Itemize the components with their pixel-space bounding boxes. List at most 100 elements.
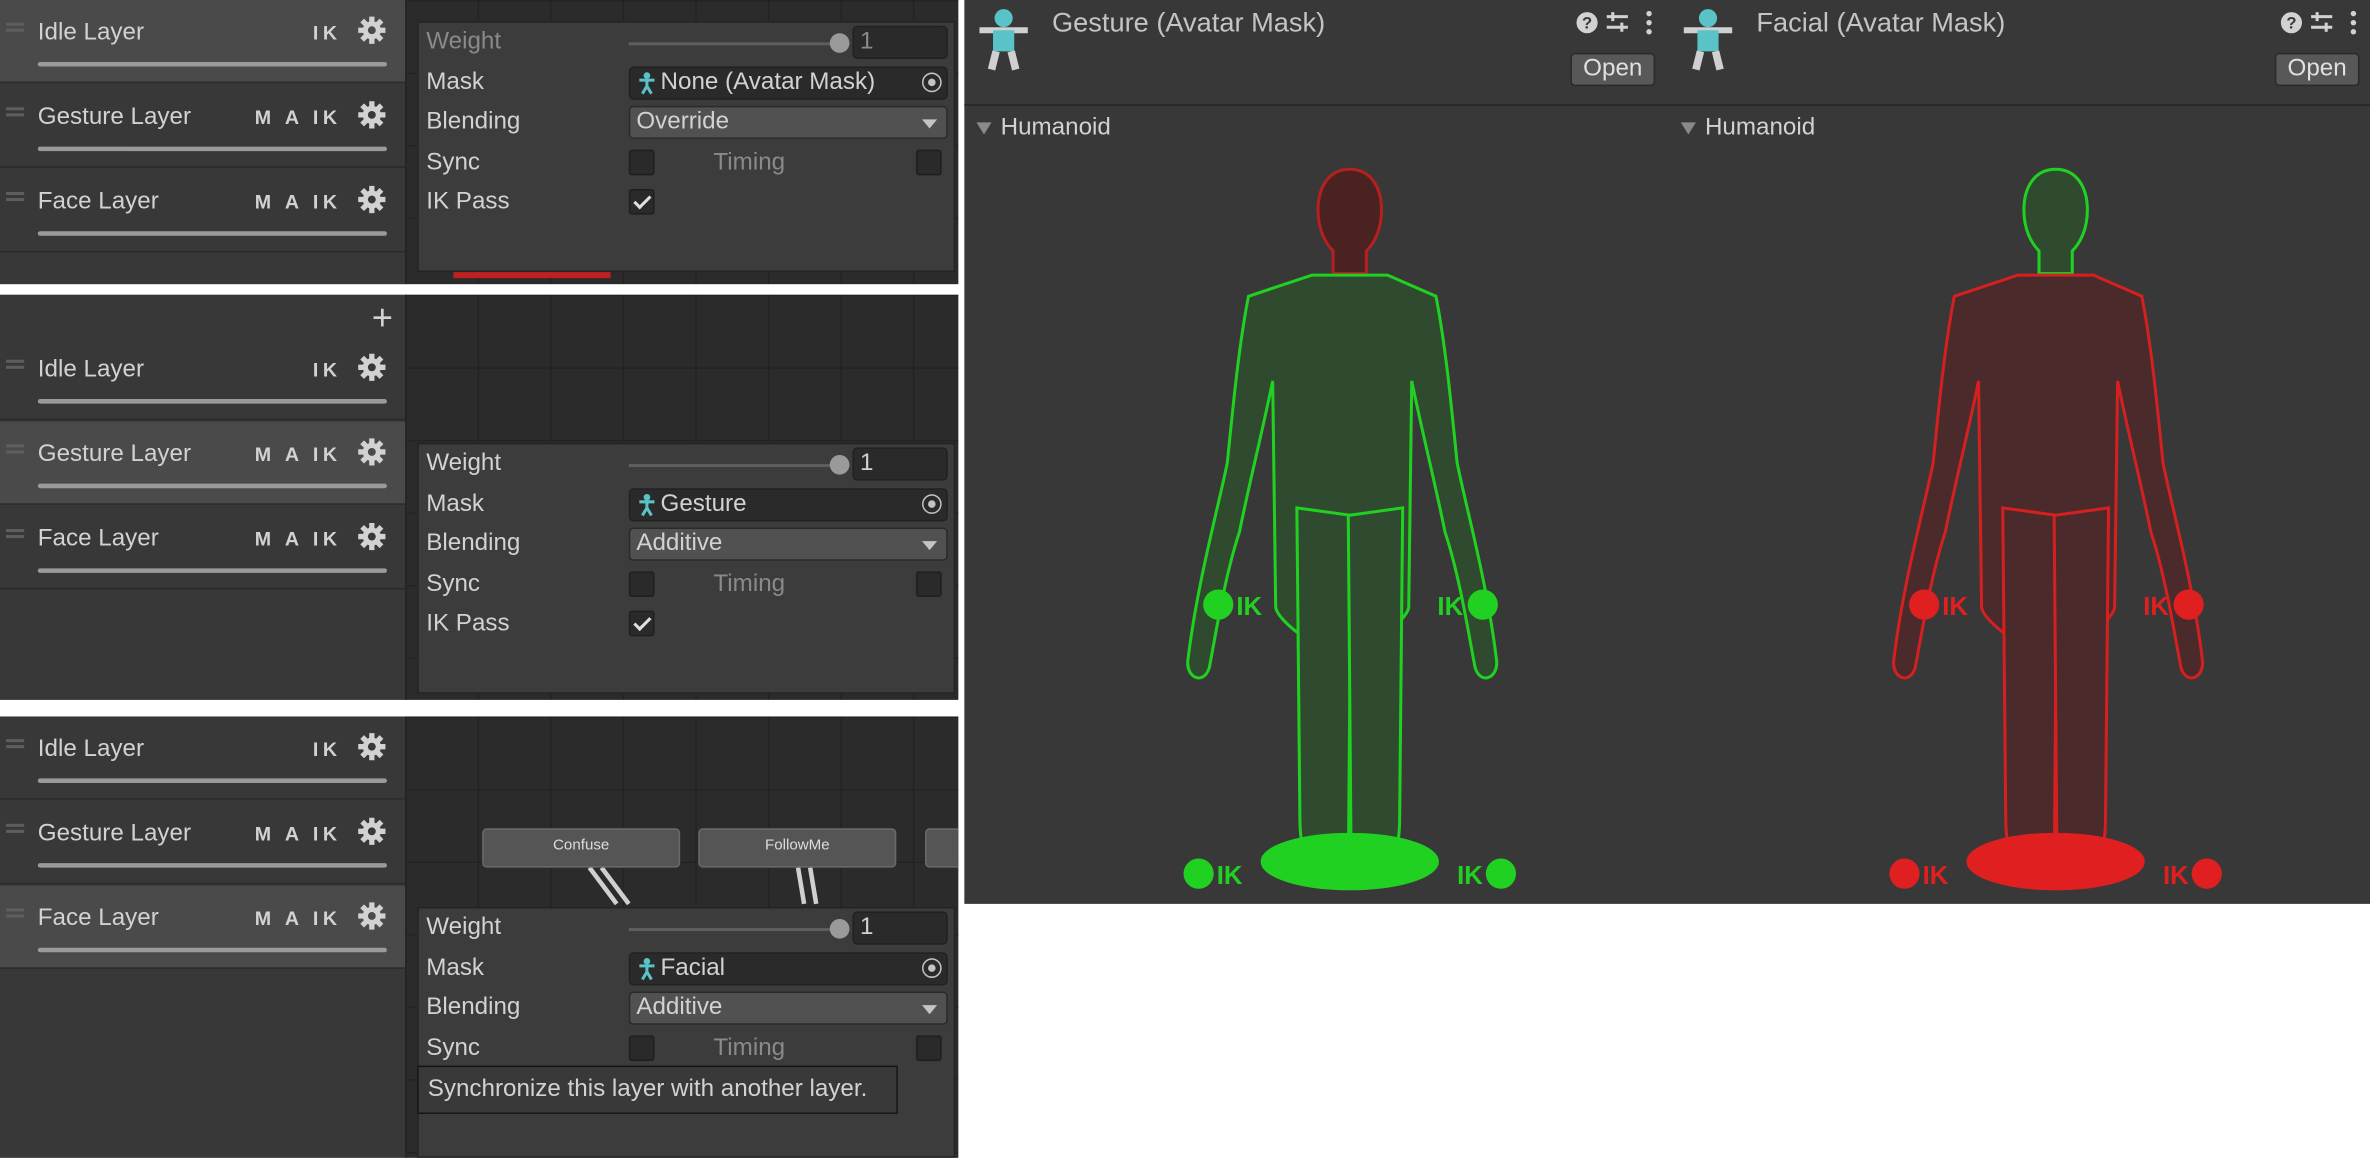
gear-icon[interactable] [357, 184, 387, 214]
svg-text:IK: IK [2163, 862, 2189, 890]
gear-icon[interactable] [357, 521, 387, 551]
head-region[interactable] [1316, 167, 1384, 276]
tooltip: Synchronize this layer with another laye… [417, 1065, 898, 1114]
mask-field[interactable]: None (Avatar Mask) [628, 66, 948, 100]
layer-idle[interactable]: Idle Layer IK [0, 716, 406, 800]
timing-checkbox[interactable] [915, 149, 942, 176]
sync-checkbox[interactable] [628, 149, 655, 176]
ik-hand-left[interactable]: IK [1909, 589, 1968, 621]
layer-face[interactable]: Face Layer M A IK [0, 885, 406, 969]
mask-field[interactable]: Gesture [628, 488, 948, 522]
ik-foot-left[interactable]: IK [1183, 858, 1243, 891]
layer-idle[interactable]: Idle Layer IK [0, 337, 406, 421]
drag-handle-icon[interactable] [6, 22, 25, 32]
sync-checkbox[interactable] [628, 1035, 655, 1062]
mask-field[interactable]: Facial [628, 952, 948, 986]
layer-idle[interactable]: Idle Layer IK [0, 0, 406, 84]
state-node[interactable]: Confuse [482, 828, 681, 868]
ik-pass-row: IK Pass [419, 183, 954, 222]
open-button[interactable]: Open [2274, 52, 2360, 87]
mask-row: Mask Gesture [419, 485, 954, 524]
object-picker-icon[interactable] [922, 494, 942, 514]
composite-screenshot: Idle Layer IK Gesture Layer M A IK Face … [0, 0, 2370, 1158]
gear-icon[interactable] [357, 437, 387, 467]
drag-handle-icon[interactable] [6, 444, 25, 454]
animator-panel-2: + Idle Layer IK Gesture Layer M A IK Fac… [0, 294, 959, 700]
blending-label: Blending [426, 530, 521, 557]
drag-handle-icon[interactable] [6, 359, 25, 369]
blending-dropdown[interactable]: Additive [628, 527, 948, 561]
header-buttons: ? [2280, 10, 2357, 35]
layer-face[interactable]: Face Layer M A IK [0, 506, 406, 590]
timing-checkbox[interactable] [915, 1035, 942, 1062]
ik-foot-left[interactable]: IK [1889, 858, 1949, 891]
slider-knob[interactable] [829, 454, 850, 475]
help-icon[interactable]: ? [2280, 12, 2303, 34]
open-button[interactable]: Open [1570, 52, 1656, 87]
ik-pass-checkbox[interactable] [628, 188, 655, 215]
body-region[interactable] [1186, 273, 1499, 891]
layer-flags: IK [312, 21, 342, 44]
head-region[interactable] [2022, 167, 2089, 276]
weight-label: Weight [426, 914, 502, 941]
layer-gesture[interactable]: Gesture Layer M A IK [0, 421, 406, 505]
ik-foot-right[interactable]: IK [1457, 858, 1517, 891]
timing-checkbox[interactable] [915, 571, 942, 598]
gear-icon[interactable] [357, 901, 387, 931]
blending-dropdown[interactable]: Additive [628, 991, 948, 1025]
animator-panel-3: Idle Layer IK Gesture Layer M A IK Face … [0, 716, 959, 1158]
object-picker-icon[interactable] [922, 72, 942, 93]
state-node[interactable]: FollowMe [698, 828, 897, 868]
humanoid-foldout[interactable]: Humanoid [1680, 115, 1815, 142]
layers-list: + Idle Layer IK Gesture Layer M A IK Fac… [0, 294, 407, 700]
gear-icon[interactable] [357, 732, 387, 762]
object-picker-icon[interactable] [922, 958, 942, 978]
sync-checkbox[interactable] [628, 571, 655, 598]
layer-gesture[interactable]: Gesture Layer M A IK [0, 85, 406, 168]
more-icon[interactable] [2350, 10, 2357, 35]
ik-pass-label: IK Pass [426, 188, 510, 215]
gear-icon[interactable] [357, 352, 387, 382]
layer-face[interactable]: Face Layer M A IK [0, 169, 406, 253]
drag-handle-icon[interactable] [6, 191, 25, 202]
layer-name: Idle Layer [37, 356, 144, 383]
weight-slider[interactable] [628, 33, 850, 53]
layer-gesture[interactable]: Gesture Layer M A IK [0, 801, 406, 885]
sync-label: Sync [426, 571, 481, 598]
drag-handle-icon[interactable] [6, 908, 25, 918]
drag-handle-icon[interactable] [6, 739, 25, 749]
presets-icon[interactable] [1606, 12, 1628, 32]
add-layer-button[interactable]: + [372, 298, 393, 340]
help-icon[interactable]: ? [1576, 12, 1598, 34]
gear-icon[interactable] [357, 100, 387, 130]
drag-handle-icon[interactable] [6, 529, 25, 539]
slider-knob[interactable] [829, 918, 850, 939]
section-label: Humanoid [1000, 114, 1111, 141]
gear-icon[interactable] [357, 15, 387, 45]
drag-handle-icon[interactable] [6, 823, 25, 833]
blending-dropdown[interactable]: Override [628, 105, 948, 140]
state-node[interactable] [925, 828, 959, 868]
body-region[interactable] [1892, 273, 2204, 891]
weight-slider[interactable] [628, 454, 850, 475]
layer-settings-popup: Weight 1 Mask None (Avatar Mask) Blendin… [417, 21, 956, 273]
blending-row: Blending Additive [419, 524, 954, 563]
slider-knob[interactable] [829, 33, 850, 53]
layer-flags: IK [312, 358, 342, 381]
presets-icon[interactable] [2311, 12, 2333, 32]
ik-foot-right[interactable]: IK [2163, 858, 2222, 891]
ik-pass-checkbox[interactable] [628, 610, 655, 637]
ik-hand-left[interactable]: IK [1203, 589, 1263, 621]
gear-icon[interactable] [357, 816, 387, 846]
svg-text:IK: IK [1236, 593, 1262, 621]
drag-handle-icon[interactable] [6, 107, 25, 117]
weight-slider[interactable] [628, 918, 850, 939]
blending-value: Additive [636, 530, 723, 557]
weight-input[interactable]: 1 [852, 447, 948, 481]
humanoid-foldout[interactable]: Humanoid [976, 114, 1111, 142]
more-icon[interactable] [1646, 10, 1652, 35]
weight-input[interactable]: 1 [852, 911, 948, 945]
sync-row: Sync Timing [419, 144, 954, 183]
weight-bar [37, 863, 387, 868]
weight-input[interactable]: 1 [852, 25, 948, 59]
